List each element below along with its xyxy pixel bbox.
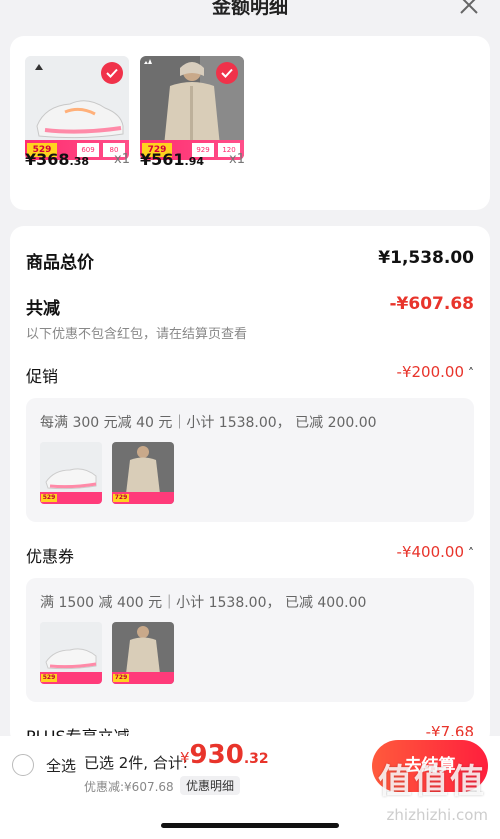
home-indicator[interactable] <box>161 823 339 828</box>
discount-detail-button[interactable]: 优惠明细 <box>180 776 241 795</box>
promo-row[interactable]: 促销 -¥200.00 ˄ <box>26 363 474 387</box>
product-image-jacket: 729 929 120 <box>140 56 244 160</box>
product-2-qty: x1 <box>229 152 245 167</box>
product-image-sneaker: 529 609 80 <box>25 56 129 160</box>
total-value: ¥1,538.00 <box>378 248 474 268</box>
product-card: 529 609 80 ¥368.38 x1 729 929 120 ¥561.9… <box>10 36 490 210</box>
select-all-label[interactable]: 全选 <box>46 755 76 776</box>
coupon-desc: 满 1500 减 400 元｜小计 1538.00， 已减 400.00 <box>40 595 367 611</box>
product-item-1[interactable]: 529 609 80 <box>25 56 131 160</box>
promo-desc: 每满 300 元减 40 元｜小计 1538.00， 已减 200.00 <box>40 415 377 431</box>
total-row: 商品总价 ¥1,538.00 <box>26 248 474 273</box>
chevron-up-icon: ˄ <box>468 366 474 380</box>
reduce-row: 共减 -¥607.68 <box>26 294 474 319</box>
product-2-price: ¥561.94 <box>140 150 205 169</box>
promo-thumb-sneaker: 529 <box>40 442 102 504</box>
coupon-thumb-sneaker: 529 <box>40 622 102 684</box>
total-amount: ¥930.32 <box>180 740 269 770</box>
selected-count: 已选 2件, 合计: <box>84 754 188 772</box>
watermark-logo: 值值值 <box>378 762 486 802</box>
coupon-row[interactable]: 优惠券 -¥400.00 ˄ <box>26 543 474 567</box>
promo-box: 每满 300 元减 40 元｜小计 1538.00， 已减 200.00 529… <box>26 398 474 522</box>
selected-check-icon[interactable] <box>216 62 238 84</box>
coupon-box: 满 1500 减 400 元｜小计 1538.00， 已减 400.00 529… <box>26 578 474 702</box>
chevron-up-icon: ˄ <box>468 546 474 560</box>
reduce-value: -¥607.68 <box>389 294 475 314</box>
promo-label: 促销 <box>26 367 59 386</box>
select-all-radio[interactable] <box>12 754 34 776</box>
reduce-note: 以下优惠不包含红包，请在结算页查看 <box>26 327 248 342</box>
reduce-label: 共减 <box>26 299 60 319</box>
watermark-url: zhizhizhi.com <box>386 806 488 824</box>
coupon-value: -¥400.00 ˄ <box>396 543 474 561</box>
modal-header: 金额明细 <box>0 0 500 30</box>
selected-check-icon[interactable] <box>101 62 123 84</box>
coupon-label: 优惠券 <box>26 547 75 566</box>
coupon-thumb-jacket: 729 <box>112 622 174 684</box>
promo-thumb-jacket: 729 <box>112 442 174 504</box>
discount-summary: 优惠减:¥607.68 <box>84 780 174 794</box>
product-1-price: ¥368.38 <box>25 150 90 169</box>
modal-title: 金额明细 <box>211 0 288 18</box>
close-icon[interactable] <box>458 0 480 16</box>
promo-value: -¥200.00 ˄ <box>396 363 474 381</box>
amount-detail-card: 商品总价 ¥1,538.00 共减 -¥607.68 以下优惠不包含红包，请在结… <box>10 226 490 746</box>
total-label: 商品总价 <box>26 253 94 273</box>
product-1-qty: x1 <box>114 152 130 167</box>
product-item-2[interactable]: 729 929 120 <box>140 56 246 160</box>
